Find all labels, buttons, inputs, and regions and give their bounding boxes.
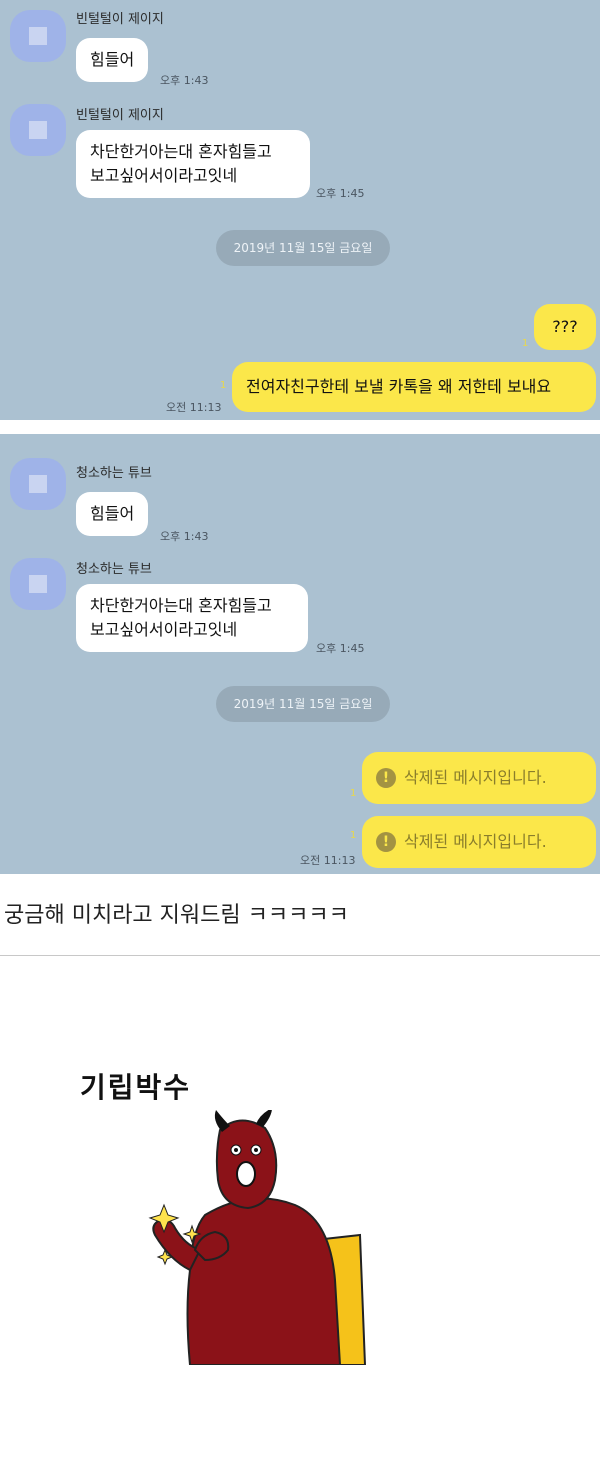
message-time: 오후 1:45 xyxy=(316,187,365,200)
sender-name: 청소하는 튜브 xyxy=(76,466,152,481)
avatar[interactable] xyxy=(10,104,66,156)
warning-icon: ! xyxy=(376,832,396,852)
sender-name: 빈털털이 제이지 xyxy=(76,108,164,123)
read-count: 1 xyxy=(350,830,357,841)
message-time: 오후 1:43 xyxy=(160,74,209,87)
read-count: 1 xyxy=(522,338,529,349)
avatar[interactable] xyxy=(10,558,66,610)
avatar[interactable] xyxy=(10,458,66,510)
chat-panel-1: 빈털털이 제이지 힘들어 오후 1:43 빈털털이 제이지 차단한거아는대 혼자… xyxy=(0,0,600,420)
message-time: 오전 11:13 xyxy=(300,854,356,867)
date-divider: 2019년 11월 15일 금요일 xyxy=(216,230,390,266)
received-message[interactable]: 힘들어 xyxy=(76,38,149,82)
applauding-devil-illustration xyxy=(148,1110,367,1365)
read-count: 1 xyxy=(220,380,227,391)
sender-name: 청소하는 튜브 xyxy=(76,562,152,577)
message-time: 오전 11:13 xyxy=(166,401,222,414)
deleted-message[interactable]: ! 삭제된 메시지입니다. xyxy=(362,816,596,868)
deleted-message-text: 삭제된 메시지입니다. xyxy=(404,832,547,851)
meme-title: 기립박수 xyxy=(80,1071,192,1104)
deleted-message-text: 삭제된 메시지입니다. xyxy=(404,768,547,787)
post-caption: 궁금해 미치라고 지워드림 ㅋㅋㅋㅋㅋ xyxy=(4,903,349,928)
chat-panel-2: 청소하는 튜브 힘들어 오후 1:43 청소하는 튜브 차단한거아는대 혼자힘들… xyxy=(0,434,600,874)
message-time: 오후 1:43 xyxy=(160,530,209,543)
received-message[interactable]: 힘들어 xyxy=(76,492,149,536)
message-time: 오후 1:45 xyxy=(316,642,365,655)
date-divider: 2019년 11월 15일 금요일 xyxy=(216,686,390,722)
avatar[interactable] xyxy=(10,10,66,62)
sent-message[interactable]: 전여자친구한테 보낼 카톡을 왜 저한테 보내요 xyxy=(232,362,596,412)
read-count: 1 xyxy=(350,788,357,799)
sent-message[interactable]: ??? xyxy=(534,304,596,350)
deleted-message[interactable]: ! 삭제된 메시지입니다. xyxy=(362,752,596,804)
warning-icon: ! xyxy=(376,768,396,788)
sender-name: 빈털털이 제이지 xyxy=(76,12,164,27)
received-message[interactable]: 차단한거아는대 혼자힘들고 보고싶어서이라고잇네 xyxy=(76,584,308,652)
received-message[interactable]: 차단한거아는대 혼자힘들고 보고싶어서이라고잇네 xyxy=(76,130,310,198)
divider xyxy=(0,955,600,956)
